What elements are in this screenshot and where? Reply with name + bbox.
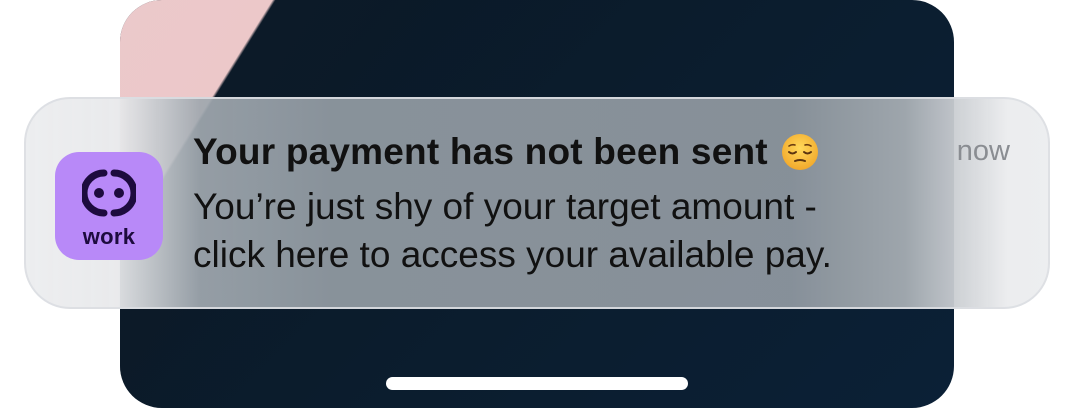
notification-banner[interactable]: work Your payment has not been sent now … — [24, 97, 1050, 309]
notification-time: now — [956, 135, 1010, 167]
notification-body-line: click here to access your available pay. — [193, 234, 832, 275]
app-icon: work — [55, 152, 163, 260]
notification-title: Your payment has not been sent — [193, 131, 768, 172]
notification-body-line: You’re just shy of your target amount - — [193, 186, 817, 227]
work-logo-icon — [82, 169, 136, 217]
notification-body: You’re just shy of your target amount - … — [193, 183, 993, 279]
pensive-face-icon — [781, 134, 818, 170]
app-name-label: work — [82, 224, 136, 249]
home-indicator[interactable] — [386, 377, 688, 390]
notification-title-row: Your payment has not been sent — [193, 129, 820, 175]
